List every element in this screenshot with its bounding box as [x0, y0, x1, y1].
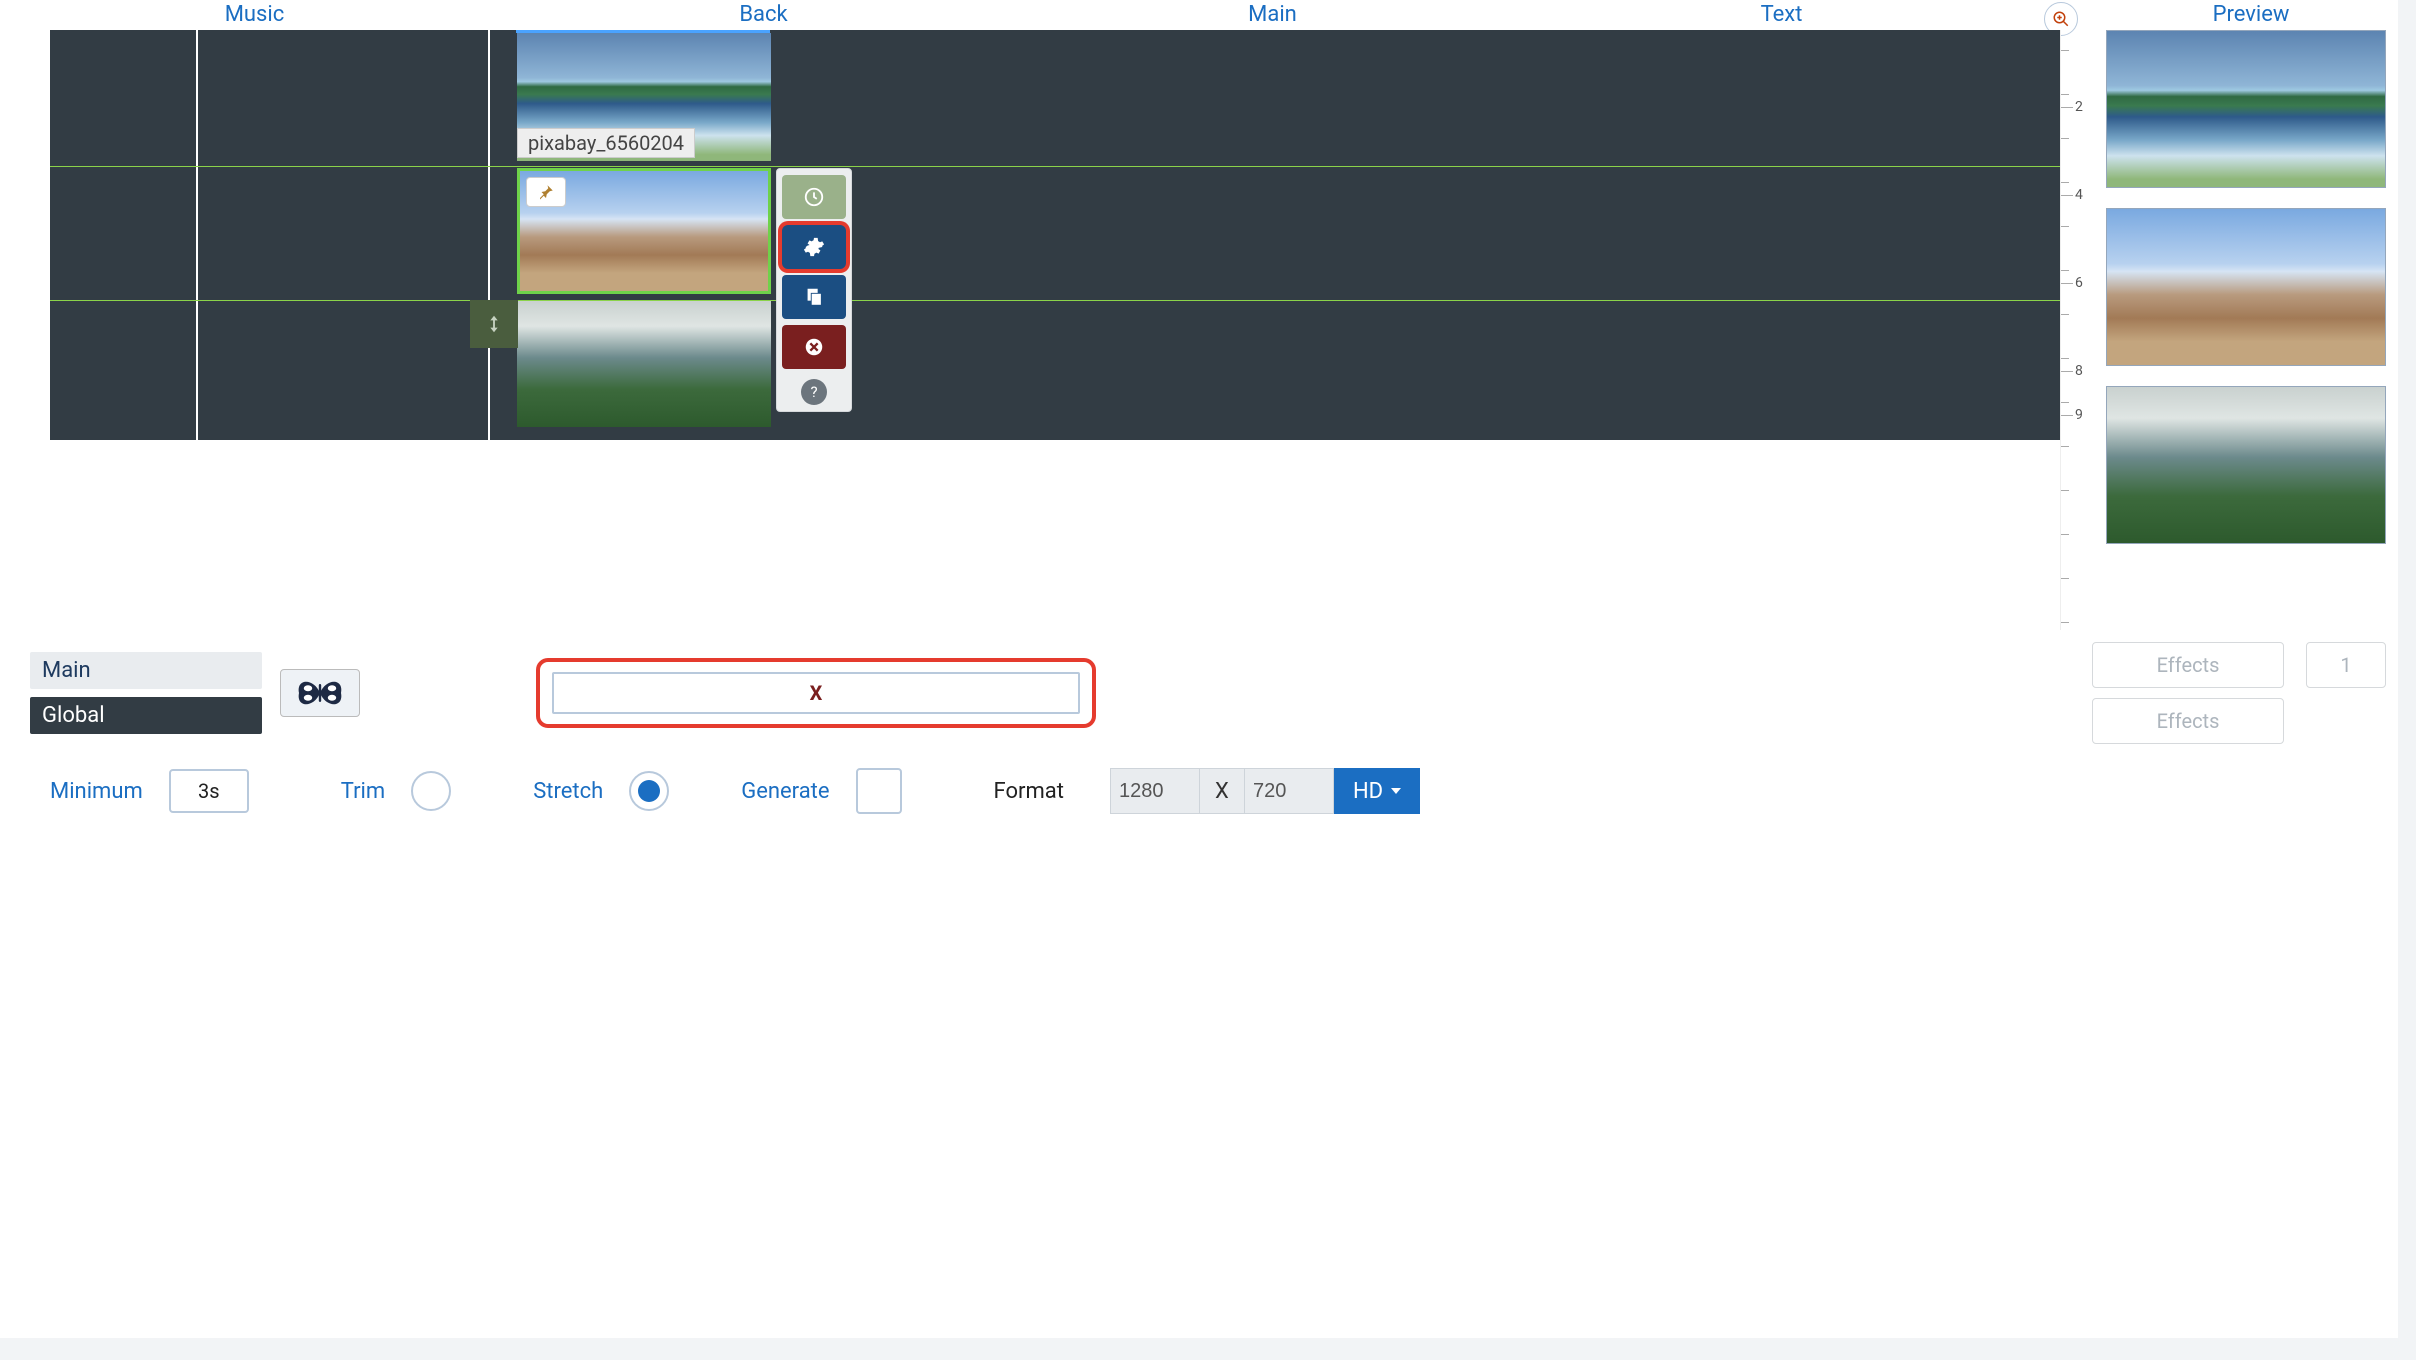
- timeline[interactable]: pixabay_6560204: [50, 30, 2060, 440]
- format-preset-label: HD: [1353, 779, 1383, 804]
- tab-main[interactable]: Main: [1018, 0, 1527, 27]
- clip-thumb: [517, 301, 771, 427]
- delete-button[interactable]: [782, 325, 846, 369]
- layer-global[interactable]: Global: [30, 697, 262, 734]
- remove-transition-button[interactable]: X: [552, 672, 1080, 714]
- generate-label: Generate: [741, 779, 829, 804]
- gear-icon: [803, 236, 825, 258]
- duplicate-icon: [803, 286, 825, 308]
- clip-slot-2-selected[interactable]: [517, 168, 771, 294]
- clock-icon: [803, 186, 825, 208]
- effects-button-2[interactable]: Effects: [2092, 698, 2284, 744]
- ruler-mark: 6: [2075, 275, 2083, 291]
- tab-back[interactable]: Back: [509, 0, 1018, 27]
- preview-thumb-1[interactable]: [2106, 30, 2386, 188]
- trim-radio[interactable]: [411, 771, 451, 811]
- effects-group: Effects 1 Effects: [2092, 642, 2386, 744]
- footer-strip: [0, 1338, 2398, 1360]
- ruler-mark: 8: [2075, 363, 2083, 379]
- resize-vertical-icon: [483, 313, 505, 335]
- bottom-bar: Minimum 3s Trim Stretch Generate Format …: [0, 744, 2416, 814]
- chevron-down-icon: [1391, 788, 1401, 794]
- duplicate-button[interactable]: [782, 275, 846, 319]
- tab-preview[interactable]: Preview: [2086, 0, 2416, 27]
- tab-text[interactable]: Text: [1527, 0, 2036, 27]
- mid-controls: Main Global X Effects 1 Effects: [0, 630, 2416, 744]
- minimum-value-input[interactable]: 3s: [169, 769, 249, 813]
- preview-thumb-3[interactable]: [2106, 386, 2386, 544]
- highlighted-x-container: X: [536, 658, 1096, 728]
- clip-filename-label: pixabay_6560204: [517, 128, 695, 158]
- layer-main[interactable]: Main: [30, 652, 262, 689]
- preview-column: [2106, 30, 2416, 544]
- preview-thumb-2[interactable]: [2106, 208, 2386, 366]
- column-divider: [196, 30, 198, 440]
- layer-selector: Main Global: [30, 652, 262, 734]
- vertical-drag-handle[interactable]: [470, 300, 518, 348]
- generate-checkbox[interactable]: [856, 768, 902, 814]
- trim-label: Trim: [341, 779, 385, 804]
- format-group: X HD: [1110, 768, 1420, 814]
- butterfly-icon: [290, 675, 350, 711]
- effects-count: 1: [2306, 642, 2386, 688]
- time-ruler: 2 4 6 8 9: [2060, 30, 2106, 630]
- transition-preset-button[interactable]: [280, 669, 360, 717]
- pin-button[interactable]: [526, 177, 566, 207]
- ruler-mark: 2: [2075, 99, 2083, 115]
- format-preset-dropdown[interactable]: HD: [1334, 768, 1420, 814]
- ruler-mark: 4: [2075, 187, 2083, 203]
- timing-button[interactable]: [782, 175, 846, 219]
- format-label: Format: [994, 779, 1064, 804]
- zoom-in-icon: [2052, 10, 2070, 28]
- format-x-separator: X: [1200, 768, 1244, 814]
- ruler-mark: 9: [2075, 407, 2083, 423]
- settings-button[interactable]: [782, 225, 846, 269]
- workspace: pixabay_6560204: [0, 30, 2416, 630]
- format-height-input[interactable]: [1244, 768, 1334, 814]
- clip-action-menu: ?: [776, 168, 852, 412]
- tab-music[interactable]: Music: [0, 0, 509, 27]
- close-circle-icon: [803, 336, 825, 358]
- column-divider: [488, 30, 490, 440]
- stretch-label: Stretch: [533, 779, 603, 804]
- top-tabs: Music Back Main Text Preview: [0, 0, 2416, 30]
- guide-line: [50, 300, 2060, 301]
- format-width-input[interactable]: [1110, 768, 1200, 814]
- clip-slot-3[interactable]: [517, 301, 771, 427]
- pin-icon: [537, 183, 555, 201]
- minimum-label: Minimum: [50, 779, 143, 804]
- effects-button-1[interactable]: Effects: [2092, 642, 2284, 688]
- vertical-scrollbar[interactable]: [2398, 0, 2416, 1360]
- stretch-radio[interactable]: [629, 771, 669, 811]
- guide-line: [50, 166, 2060, 167]
- timeline-wrap: pixabay_6560204: [0, 30, 2060, 440]
- help-button[interactable]: ?: [801, 379, 827, 405]
